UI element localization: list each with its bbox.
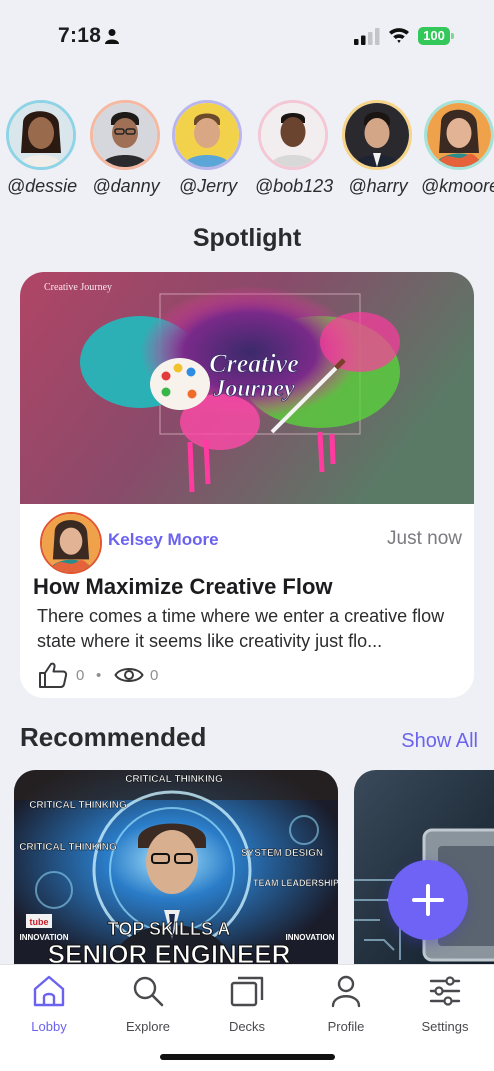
rec-tag: TEAM LEADERSHIP	[253, 878, 338, 888]
rec-headline: TOP SKILLS A	[108, 919, 231, 939]
cover-corner-text: Creative Journey	[44, 282, 112, 293]
post-title: How Maximize Creative Flow	[33, 574, 333, 599]
like-count: 0	[76, 667, 85, 684]
tab-bar: Lobby Explore Decks Profile Settings	[0, 964, 494, 1071]
post-excerpt: There comes a time where we enter a crea…	[37, 606, 445, 651]
tab-lobby[interactable]: Lobby	[0, 973, 98, 1035]
story-row: @dessie @danny @Jerry @bob123 @harry @km…	[0, 100, 494, 200]
status-time: 7:18	[58, 24, 102, 47]
wifi-icon	[389, 28, 409, 43]
spotlight-cover-image[interactable]: Creative Journey Creative Journey	[20, 272, 474, 504]
story-item[interactable]: @kmoore	[420, 100, 494, 200]
create-post-button[interactable]	[388, 860, 468, 940]
show-all-link[interactable]: Show All	[401, 730, 478, 753]
author-avatar[interactable]	[40, 512, 102, 574]
battery-level: 100	[418, 27, 450, 45]
story-item[interactable]: @dessie	[2, 100, 86, 200]
person-icon	[105, 29, 119, 44]
profile-icon	[331, 975, 361, 1008]
rec-tag: CRITICAL THINKING	[19, 842, 117, 853]
post-timestamp: Just now	[387, 528, 462, 549]
tab-label: Decks	[228, 1019, 266, 1034]
recommended-heading: Recommended	[20, 722, 207, 752]
cover-title-line2: Journey	[212, 376, 295, 402]
battery-icon: 100	[418, 27, 454, 45]
rec-tag: SYSTEM DESIGN	[241, 848, 323, 859]
avatar[interactable]	[172, 100, 242, 170]
story-item[interactable]: @bob123	[254, 100, 338, 200]
rec-badge: tube	[30, 917, 49, 927]
rec-tag: CRITICAL THINKING	[125, 774, 223, 785]
tab-explore[interactable]: Explore	[99, 973, 197, 1035]
rec-tag: INNOVATION	[285, 933, 334, 942]
decks-icon	[230, 976, 264, 1007]
home-icon	[33, 975, 65, 1007]
avatar[interactable]	[258, 100, 328, 170]
eye-icon	[114, 668, 144, 682]
avatar[interactable]	[424, 100, 494, 170]
avatar[interactable]	[90, 100, 160, 170]
recommended-card[interactable]: CRITICAL THINKING CRITICAL THINKING CRIT…	[14, 770, 338, 970]
tab-decks[interactable]: Decks	[198, 973, 296, 1035]
plus-icon	[412, 884, 444, 916]
thumbs-up-icon[interactable]	[38, 662, 68, 688]
tab-settings[interactable]: Settings	[396, 973, 494, 1035]
story-handle: @Jerry	[178, 176, 238, 196]
spotlight-card[interactable]: Creative Journey Creative Journey Kelsey…	[20, 272, 474, 698]
view-count: 0	[150, 667, 159, 684]
tab-label: Settings	[421, 1019, 469, 1034]
avatar[interactable]	[342, 100, 412, 170]
cover-title-line1: Creative	[209, 349, 299, 378]
stat-separator: •	[96, 667, 102, 684]
tab-label: Explore	[125, 1019, 171, 1034]
status-bar: 7:18 100	[0, 0, 494, 72]
avatar[interactable]	[6, 100, 76, 170]
story-handle: @kmoore	[420, 176, 494, 196]
tab-label: Lobby	[31, 1019, 67, 1034]
spotlight-heading: Spotlight	[192, 224, 302, 252]
home-indicator	[160, 1054, 335, 1060]
rec-tag: CRITICAL THINKING	[29, 800, 127, 811]
tab-label: Profile	[327, 1019, 365, 1034]
tab-profile[interactable]: Profile	[297, 973, 395, 1035]
author-name[interactable]: Kelsey Moore	[108, 530, 219, 550]
signal-icon	[354, 28, 380, 45]
search-icon	[133, 976, 164, 1007]
story-item[interactable]: @Jerry	[168, 100, 252, 200]
sliders-icon	[429, 976, 461, 1006]
